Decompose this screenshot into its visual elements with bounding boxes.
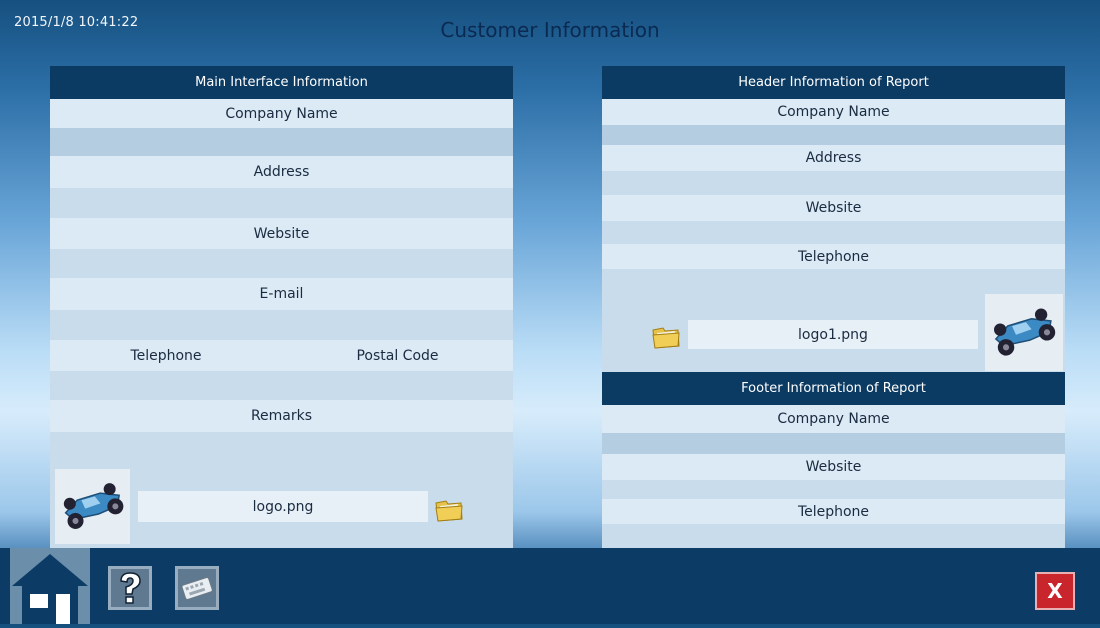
postal-code-input[interactable] [282,371,513,400]
main-interface-panel-title: Main Interface Information [50,66,513,99]
report-header-company-name-input[interactable] [602,125,1065,145]
postal-code-label: Postal Code [282,340,513,371]
website-input[interactable] [50,249,513,278]
help-button[interactable] [108,566,152,610]
car-logo-icon [994,307,1056,356]
home-icon [12,554,88,624]
report-header-address-input[interactable] [602,171,1065,195]
help-icon [120,572,141,604]
email-input[interactable] [50,310,513,340]
close-button[interactable]: X [1035,572,1075,610]
main-logo-file-field[interactable]: logo.png [138,491,428,522]
folder-icon[interactable] [651,322,681,350]
report-footer-telephone-label: Telephone [602,499,1065,524]
bottom-toolbar [0,548,1100,624]
company-name-input[interactable] [50,128,513,156]
email-label: E-mail [50,278,513,310]
folder-icon[interactable] [434,495,464,523]
report-header-logo-file-field[interactable]: logo1.png [688,320,978,349]
close-icon: X [1047,579,1063,603]
page-title: Customer Information [440,18,660,42]
report-header-website-label: Website [602,195,1065,221]
report-footer-panel-title: Footer Information of Report [602,372,1065,405]
website-label: Website [50,218,513,249]
report-footer-company-name-input[interactable] [602,433,1065,454]
telephone-label: Telephone [50,340,282,371]
report-header-company-name-label: Company Name [602,99,1065,125]
home-button[interactable] [10,548,90,624]
address-label: Address [50,156,513,188]
telephone-input[interactable] [50,371,282,400]
report-footer-website-input[interactable] [602,480,1065,499]
report-footer-website-label: Website [602,454,1065,480]
report-header-telephone-label: Telephone [602,244,1065,269]
report-footer-company-name-label: Company Name [602,405,1065,433]
main-logo-preview [55,469,130,544]
company-name-label: Company Name [50,99,513,128]
report-header-address-label: Address [602,145,1065,171]
car-logo-icon [63,482,123,529]
report-header-panel-title: Header Information of Report [602,66,1065,99]
report-footer-telephone-input[interactable] [602,524,1065,548]
keyboard-icon [181,577,213,600]
report-header-logo-preview [985,294,1063,371]
report-header-website-input[interactable] [602,221,1065,244]
keyboard-button[interactable] [175,566,219,610]
remarks-label: Remarks [50,400,513,432]
address-input[interactable] [50,188,513,218]
